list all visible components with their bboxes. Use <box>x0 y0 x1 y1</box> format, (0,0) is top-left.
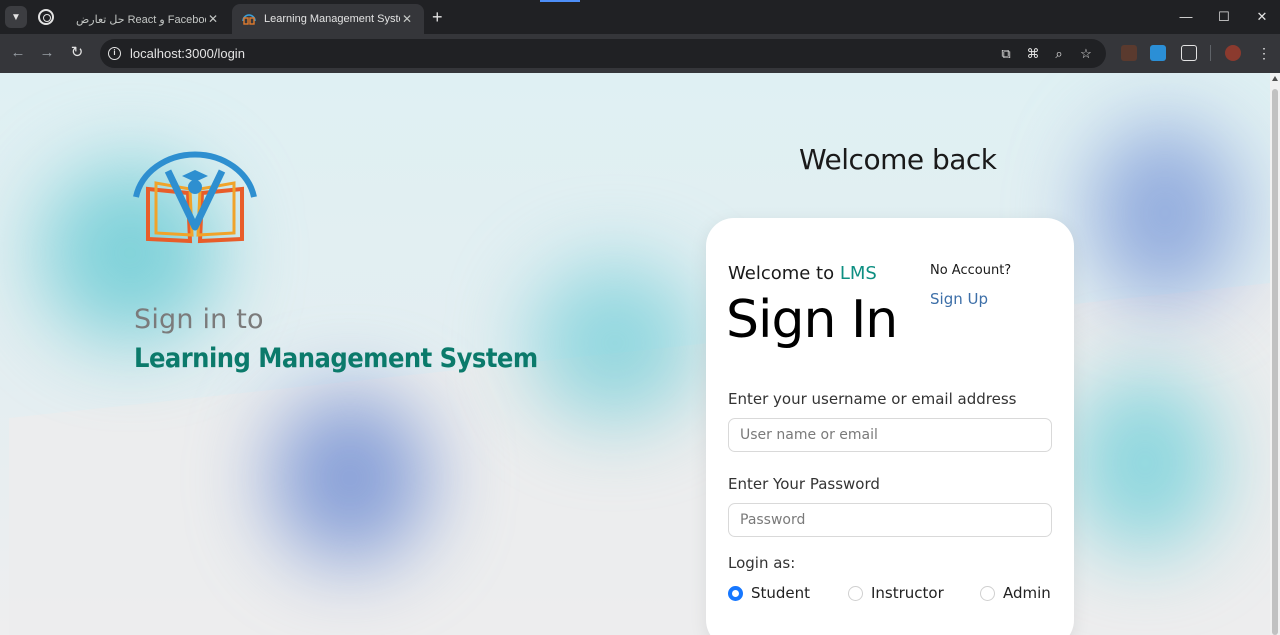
address-url[interactable]: localhost:3000/login <box>130 46 245 61</box>
background-blob <box>1090 123 1240 303</box>
reload-icon[interactable]: ↻ <box>68 44 86 62</box>
page-scrollbar[interactable] <box>1270 73 1280 635</box>
install-app-icon[interactable]: ⧉ <box>998 46 1014 62</box>
username-label: Enter your username or email address <box>728 390 1017 408</box>
sign-in-to-text: Sign in to <box>134 304 264 335</box>
role-radio-student[interactable]: Student <box>728 584 810 602</box>
tab-active[interactable]: Learning Management System ✕ <box>232 4 424 34</box>
chevron-down-icon: ▼ <box>11 11 21 23</box>
username-input[interactable] <box>728 418 1052 452</box>
address-bar[interactable]: i localhost:3000/login ⧉ ⌘ ⌕ ☆ <box>100 39 1106 68</box>
role-label: Student <box>751 584 811 602</box>
profile-avatar[interactable] <box>1225 45 1241 61</box>
site-info-icon[interactable]: i <box>108 47 121 60</box>
pinned-tab-icon[interactable] <box>38 9 54 25</box>
extension-icon[interactable] <box>1121 45 1137 61</box>
tab-search-button[interactable]: ▼ <box>5 6 27 28</box>
role-label: Admin <box>1003 584 1051 602</box>
no-account-text: No Account? <box>930 263 1012 278</box>
scrollbar-thumb[interactable] <box>1272 89 1278 635</box>
sign-up-link[interactable]: Sign Up <box>930 290 988 308</box>
tab-title: حل تعارض React و Facebook <box>76 13 206 26</box>
window-close-icon[interactable]: ✕ <box>1254 9 1270 25</box>
kebab-menu-icon[interactable]: ⋮ <box>1256 45 1272 61</box>
system-name-heading: Learning Management System <box>134 343 538 374</box>
tab-strip: ▼ حل تعارض React و Facebook ✕ Learning M… <box>0 0 1280 34</box>
zoom-icon[interactable]: ⌕ <box>1051 46 1067 62</box>
password-input[interactable] <box>728 503 1052 537</box>
role-radio-instructor[interactable]: Instructor <box>848 584 944 602</box>
role-radio-group: Student Instructor Admin <box>728 584 1058 606</box>
forward-arrow-icon[interactable]: → <box>38 44 56 62</box>
radio-button[interactable] <box>980 585 995 601</box>
radio-button-checked[interactable] <box>728 585 743 601</box>
role-radio-admin[interactable]: Admin <box>980 584 1051 602</box>
brand-name: LMS <box>839 263 877 284</box>
role-label: Instructor <box>871 584 944 602</box>
login-page: Sign in to Learning Management System We… <box>0 73 1270 635</box>
password-label: Enter Your Password <box>728 475 880 493</box>
welcome-to-text: Welcome to LMS <box>728 263 877 284</box>
background-blob <box>1070 373 1220 553</box>
maximize-icon[interactable]: ☐ <box>1216 9 1232 25</box>
bookmark-star-icon[interactable]: ☆ <box>1078 46 1094 62</box>
login-card: Welcome to LMS Sign In No Account? Sign … <box>706 218 1074 635</box>
minimize-icon[interactable]: — <box>1178 9 1194 24</box>
tab-title: Learning Management System <box>264 13 400 25</box>
browser-toolbar: ← → ↻ i localhost:3000/login ⧉ ⌘ ⌕ ☆ <box>0 34 1280 73</box>
welcome-back-heading: Welcome back <box>799 143 997 176</box>
tab-strip-accent <box>540 0 580 2</box>
lms-logo <box>133 151 257 244</box>
close-icon[interactable]: ✕ <box>400 12 414 26</box>
extensions-puzzle-icon[interactable] <box>1181 45 1197 61</box>
scroll-up-arrow-icon[interactable] <box>1272 76 1278 81</box>
toolbar-divider <box>1210 45 1211 61</box>
radio-button[interactable] <box>848 585 863 601</box>
translate-icon[interactable]: ⌘ <box>1025 46 1041 62</box>
background-blob <box>530 263 700 423</box>
extension-fi-icon[interactable] <box>1150 45 1166 61</box>
close-icon[interactable]: ✕ <box>206 12 220 26</box>
welcome-prefix: Welcome to <box>728 263 840 284</box>
background-blob <box>270 393 430 563</box>
login-as-label: Login as: <box>728 554 796 572</box>
new-tab-button[interactable]: + <box>432 8 443 26</box>
lms-favicon-icon <box>242 14 256 25</box>
back-arrow-icon[interactable]: ← <box>9 44 27 62</box>
tab-inactive[interactable]: حل تعارض React و Facebook ✕ <box>66 4 230 34</box>
sign-in-title: Sign In <box>726 290 898 350</box>
